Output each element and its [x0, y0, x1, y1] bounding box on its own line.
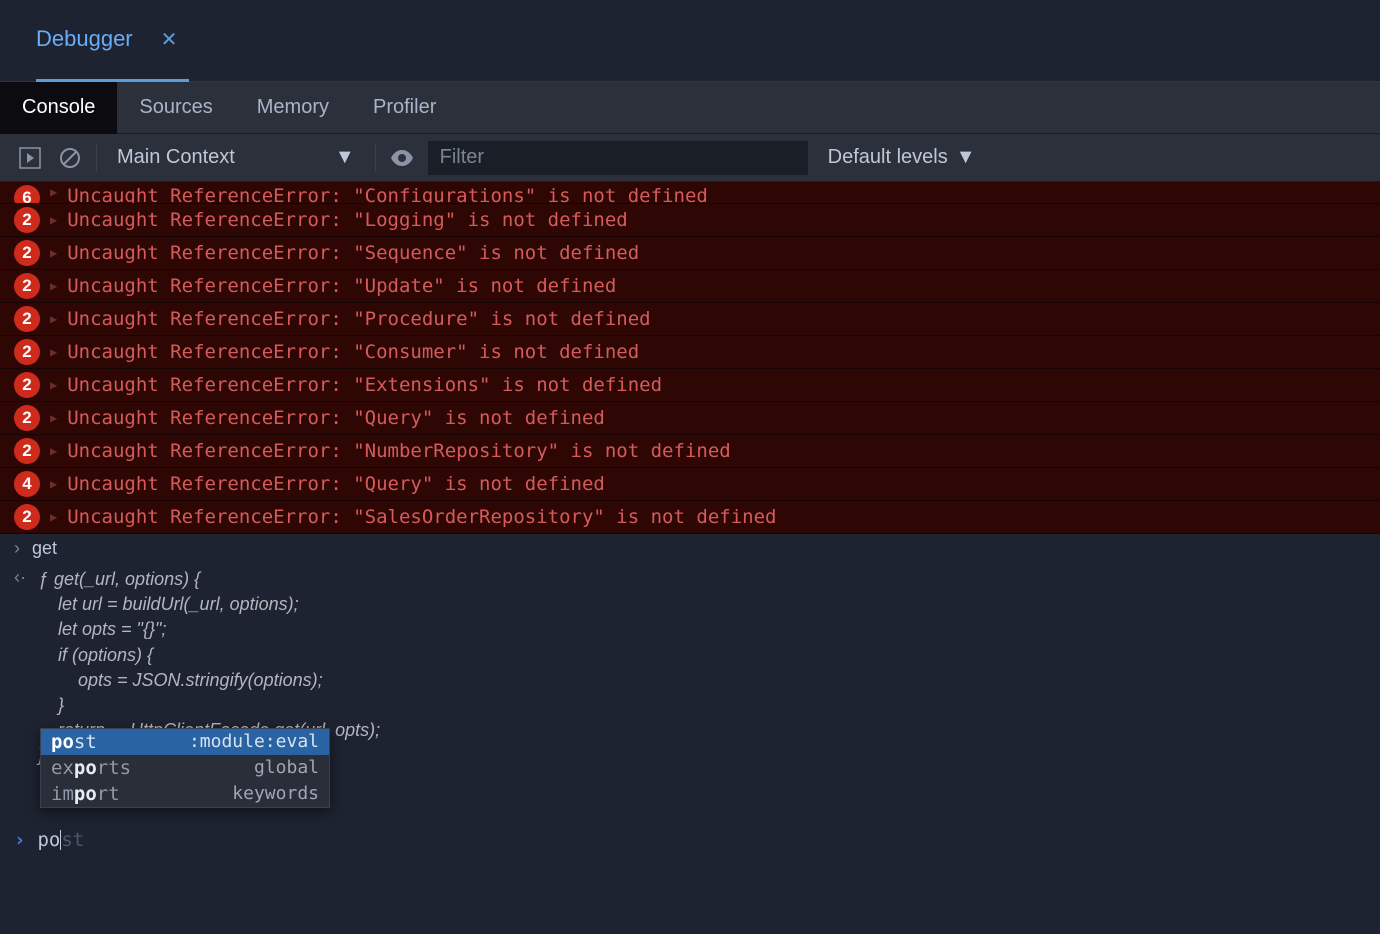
autocomplete-item[interactable]: importkeywords [41, 781, 329, 807]
error-text: Uncaught ReferenceError: "Extensions" is… [67, 374, 662, 396]
error-text: Uncaught ReferenceError: "Procedure" is … [67, 308, 650, 330]
chevron-down-icon: ▼ [956, 146, 976, 169]
error-count-badge: 6 [14, 185, 40, 204]
error-count-badge: 2 [14, 405, 40, 431]
expand-icon[interactable]: ▶ [50, 510, 57, 524]
expand-icon[interactable]: ▶ [50, 185, 57, 199]
error-count-badge: 2 [14, 240, 40, 266]
error-row[interactable]: 2 ▶ Uncaught ReferenceError: "Logging" is … [0, 204, 1380, 237]
tab-label: Debugger [36, 26, 133, 52]
console-history-input: › get [0, 534, 1380, 563]
chevron-down-icon: ▼ [335, 146, 355, 169]
function-keyword: ƒ [38, 569, 48, 589]
error-row[interactable]: 2 ▶ Uncaught ReferenceError: "Sequence" is… [0, 237, 1380, 270]
input-prompt-icon: › [14, 829, 25, 851]
main-tab-bar: Debugger ✕ [0, 0, 1380, 82]
error-count-badge: 2 [14, 306, 40, 332]
console-toolbar: Main Context ▼ Default levels ▼ [0, 134, 1380, 182]
panel-tab-bar: Console Sources Memory Profiler [0, 82, 1380, 134]
error-count-badge: 2 [14, 504, 40, 530]
filter-input[interactable] [428, 141, 808, 175]
tab-sources[interactable]: Sources [117, 82, 234, 134]
console-input-row[interactable]: › post [0, 823, 1380, 857]
error-text: Uncaught ReferenceError: "Configurations… [67, 185, 708, 204]
expand-icon[interactable]: ▶ [50, 378, 57, 392]
error-text: Uncaught ReferenceError: "NumberReposito… [67, 440, 730, 462]
autocomplete-item[interactable]: exportsglobal [41, 755, 329, 781]
play-icon[interactable] [16, 144, 44, 172]
expand-icon[interactable]: ▶ [50, 411, 57, 425]
close-icon[interactable]: ✕ [161, 27, 178, 52]
error-row[interactable]: 2 ▶ Uncaught ReferenceError: "Update" is n… [0, 270, 1380, 303]
error-text: Uncaught ReferenceError: "Logging" is no… [67, 209, 628, 231]
expand-icon[interactable]: ▶ [50, 246, 57, 260]
error-row[interactable]: 2 ▶ Uncaught ReferenceError: "Consumer" is… [0, 336, 1380, 369]
expand-icon[interactable]: ▶ [50, 444, 57, 458]
output-prompt-icon: ‹· [14, 567, 26, 769]
error-row[interactable]: 2 ▶ Uncaught ReferenceError: "Query" is no… [0, 402, 1380, 435]
error-text: Uncaught ReferenceError: "Update" is not… [67, 275, 616, 297]
error-count-badge: 2 [14, 207, 40, 233]
error-text: Uncaught ReferenceError: "SalesOrderRepo… [67, 506, 776, 528]
input-prompt-icon: › [14, 538, 20, 559]
divider [375, 144, 376, 172]
tab-console[interactable]: Console [0, 82, 117, 134]
error-count-badge: 2 [14, 372, 40, 398]
error-row[interactable]: 2 ▶ Uncaught ReferenceError: "SalesOrderRe… [0, 501, 1380, 534]
error-row[interactable]: 2 ▶ Uncaught ReferenceError: "Extensions" … [0, 369, 1380, 402]
tab-memory[interactable]: Memory [235, 82, 351, 134]
error-count-badge: 2 [14, 438, 40, 464]
error-text: Uncaught ReferenceError: "Consumer" is n… [67, 341, 639, 363]
console-input-text[interactable]: post [37, 829, 84, 851]
expand-icon[interactable]: ▶ [50, 345, 57, 359]
clear-icon[interactable] [56, 144, 84, 172]
levels-select[interactable]: Default levels ▼ [820, 146, 984, 169]
error-count-badge: 4 [14, 471, 40, 497]
expand-icon[interactable]: ▶ [50, 312, 57, 326]
context-select[interactable]: Main Context ▼ [109, 146, 363, 169]
tab-profiler[interactable]: Profiler [351, 82, 458, 134]
autocomplete-popup[interactable]: post:module:evalexportsglobalimportkeywo… [40, 728, 330, 808]
autocomplete-item[interactable]: post:module:eval [41, 729, 329, 755]
context-label: Main Context [117, 146, 235, 169]
expand-icon[interactable]: ▶ [50, 213, 57, 227]
error-row[interactable]: 4 ▶ Uncaught ReferenceError: "Query" is no… [0, 468, 1380, 501]
error-count-badge: 2 [14, 273, 40, 299]
error-row[interactable]: 2 ▶ Uncaught ReferenceError: "NumberReposi… [0, 435, 1380, 468]
eye-icon[interactable] [388, 144, 416, 172]
levels-label: Default levels [828, 146, 948, 169]
divider [96, 144, 97, 172]
error-row[interactable]: 2 ▶ Uncaught ReferenceError: "Procedure" i… [0, 303, 1380, 336]
error-text: Uncaught ReferenceError: "Query" is not … [67, 407, 605, 429]
error-text: Uncaught ReferenceError: "Sequence" is n… [67, 242, 639, 264]
tab-debugger[interactable]: Debugger ✕ [36, 0, 189, 82]
history-input-text: get [32, 538, 57, 559]
error-text: Uncaught ReferenceError: "Query" is not … [67, 473, 605, 495]
console-output: 6 ▶ Uncaught ReferenceError: "Configuratio… [0, 182, 1380, 857]
error-count-badge: 2 [14, 339, 40, 365]
error-row[interactable]: 6 ▶ Uncaught ReferenceError: "Configuratio… [0, 182, 1380, 204]
expand-icon[interactable]: ▶ [50, 279, 57, 293]
expand-icon[interactable]: ▶ [50, 477, 57, 491]
